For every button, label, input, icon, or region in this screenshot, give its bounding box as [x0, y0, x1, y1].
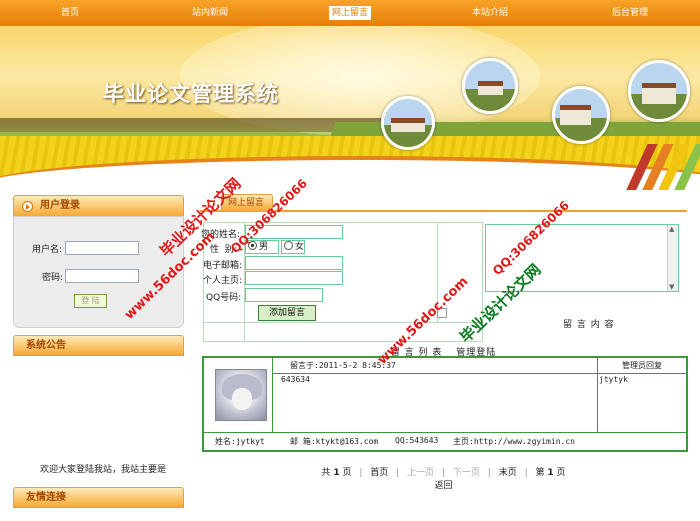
gender-female-label: 女 — [295, 242, 305, 252]
header-banner: 毕业论文管理系统 — [0, 26, 700, 190]
pager-prev-link[interactable]: 上一页 — [407, 468, 434, 478]
message-content-label: 留 言 内 容 — [563, 320, 615, 330]
homepage-input[interactable] — [245, 271, 343, 285]
message-content: 643634 — [281, 375, 310, 384]
nav-guestbook-label: 网上留言 — [328, 6, 371, 20]
links-box-header: 友情连接 — [13, 487, 184, 508]
password-label: 密码: — [42, 273, 64, 283]
login-button[interactable]: 登 陆 — [74, 294, 107, 308]
qq-label: QQ号码: — [206, 293, 242, 303]
nav-home-label: 首页 — [60, 8, 79, 18]
notice-text: 欢迎大家登陆我站，我站主要是 — [40, 465, 167, 475]
nav-admin-label: 后台管理 — [611, 8, 648, 18]
nav-news-label: 站内新闻 — [191, 8, 228, 18]
pager-current-page: 1 — [547, 468, 554, 478]
admin-reply: jtytyk — [599, 375, 628, 384]
nav-about[interactable]: 本站介绍 — [420, 0, 560, 26]
banner-photo-farmhouse — [462, 58, 518, 114]
banner-photo-building — [628, 60, 690, 122]
pager-last-link[interactable]: 末页 — [499, 468, 517, 478]
nav-guestbook[interactable]: 网上留言 — [280, 0, 420, 26]
message-author: 姓名:jytkyt — [215, 437, 265, 446]
login-box-header: 用户登录 — [13, 195, 184, 217]
message-content-cell — [272, 373, 598, 433]
radio-female-icon[interactable] — [284, 241, 293, 250]
pager-current-suffix: 页 — [556, 468, 566, 478]
username-label: 用户名: — [32, 245, 63, 255]
back-link[interactable]: 返回 — [200, 478, 687, 491]
pager-total-prefix: 共 — [321, 468, 331, 478]
password-input[interactable] — [65, 269, 139, 283]
message-homepage: 主页:http://www.zgyimin.cn — [453, 437, 575, 446]
login-box-title: 用户登录 — [40, 200, 80, 211]
nav-admin[interactable]: 后台管理 — [560, 0, 700, 26]
top-nav: 首页 站内新闻 网上留言 本站介绍 后台管理 — [0, 0, 700, 26]
homepage-label: 个人主页: — [203, 276, 243, 286]
pager-next-link[interactable]: 下一页 — [453, 468, 480, 478]
notice-box-title: 系统公告 — [26, 340, 66, 351]
site-title: 毕业论文管理系统 — [103, 82, 279, 106]
admin-reply-header: 管理员回复 — [622, 361, 662, 370]
pager-first-link[interactable]: 首页 — [370, 468, 388, 478]
banner-stripes — [600, 144, 700, 190]
textarea-scrollbar[interactable] — [667, 225, 678, 291]
arrow-bullet-icon — [22, 201, 33, 212]
message-footer-cell — [203, 432, 687, 451]
notice-box-header: 系统公告 — [13, 335, 184, 356]
add-message-button[interactable]: 添加留言 — [258, 305, 316, 321]
nav-about-label: 本站介绍 — [471, 8, 508, 18]
message-table — [202, 356, 688, 452]
qq-input[interactable] — [245, 288, 323, 302]
form-divider — [203, 322, 483, 323]
email-input[interactable] — [245, 256, 343, 270]
username-input[interactable] — [65, 241, 139, 255]
links-box-title: 友情连接 — [26, 492, 66, 503]
gender-female-option[interactable]: 女 — [281, 240, 305, 254]
pager-total-suffix: 页 — [342, 468, 352, 478]
nav-home[interactable]: 首页 — [0, 0, 140, 26]
email-label: 电子邮箱: — [203, 261, 243, 271]
banner-photo-village — [381, 96, 435, 150]
pager-total-pages: 1 — [333, 468, 340, 478]
message-email: 邮 箱:ktykt@163.com — [290, 437, 379, 446]
nav-news[interactable]: 站内新闻 — [140, 0, 280, 26]
gender-male-label: 男 — [259, 242, 269, 252]
avatar — [215, 369, 267, 421]
pagination: 共 1 页 | 首页 | 上一页 | 下一页 | 末页 | 第 1 页 — [321, 468, 566, 478]
pager-current-prefix: 第 — [535, 468, 545, 478]
banner-photo-barn — [552, 86, 610, 144]
message-qq: QQ:543643 — [395, 436, 439, 445]
